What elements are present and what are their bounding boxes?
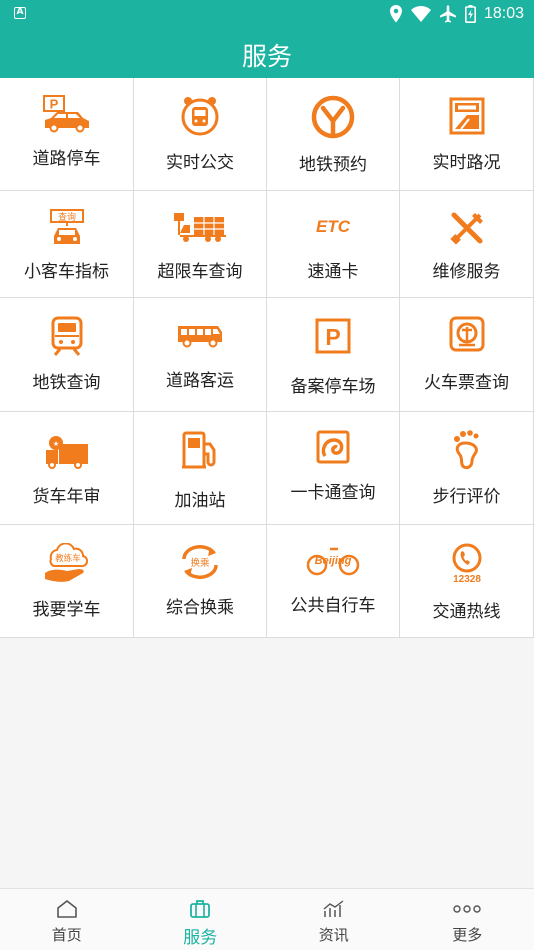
- service-transfer[interactable]: 换乘 综合换乘: [134, 525, 267, 638]
- etc-icon: ETC: [316, 217, 351, 235]
- parking-lot-icon: P: [315, 318, 351, 354]
- home-icon: [56, 900, 77, 918]
- service-road-passenger[interactable]: 道路客运: [134, 298, 267, 412]
- title-bar: 服务: [0, 28, 534, 78]
- service-overload-query[interactable]: 超限车查询: [134, 191, 267, 298]
- service-label: 我要学车: [32, 600, 101, 620]
- footprint-icon: [453, 430, 478, 470]
- service-label: 维修服务: [432, 262, 501, 282]
- tab-label: 更多: [452, 926, 483, 944]
- service-traffic-hotline[interactable]: 12328 交通热线: [400, 525, 534, 638]
- coach-bus-icon: [178, 326, 222, 348]
- service-registered-parking[interactable]: P 备案停车场: [267, 298, 400, 412]
- service-label: 超限车查询: [157, 262, 243, 282]
- car-query-icon: 查询: [49, 209, 84, 244]
- service-public-bicycle[interactable]: Beijing 公共自行车: [267, 525, 400, 638]
- repair-tools-icon: [449, 212, 483, 245]
- service-metro-query[interactable]: 地铁查询: [0, 298, 134, 412]
- service-label: 公共自行车: [290, 596, 376, 616]
- svg-text:P: P: [49, 97, 58, 112]
- svg-text:查询: 查询: [57, 211, 75, 223]
- service-label: 步行评价: [432, 487, 501, 507]
- tab-label: 服务: [183, 928, 218, 948]
- subway-train-icon: [51, 316, 82, 356]
- service-repair[interactable]: 维修服务: [400, 191, 534, 298]
- tab-more[interactable]: 更多: [401, 889, 534, 950]
- service-label: 火车票查询: [424, 373, 509, 393]
- service-label: 实时公交: [166, 153, 234, 173]
- tab-home[interactable]: 首页: [0, 889, 134, 950]
- svg-text:P: P: [325, 324, 340, 350]
- page-title: 服务: [241, 42, 292, 71]
- parking-car-icon: P: [42, 95, 89, 133]
- chart-icon: [323, 900, 344, 917]
- service-walking-rating[interactable]: 步行评价: [400, 412, 534, 525]
- svg-text:12328: 12328: [453, 574, 481, 583]
- svg-text:换乘: 换乘: [190, 557, 210, 569]
- bus-clock-icon: [181, 97, 219, 136]
- service-label: 一卡通查询: [290, 483, 376, 503]
- service-etc-card[interactable]: ETC 速通卡: [267, 191, 400, 298]
- service-grid: P 道路停车 实时公交 地铁预约 实时路况 查询 小客车指标 超限车查询 ETC…: [0, 78, 534, 638]
- transit-card-icon: [316, 430, 350, 464]
- service-label: 道路客运: [166, 371, 234, 391]
- overload-truck-icon: [174, 213, 226, 242]
- svg-text:教练车: 教练车: [55, 553, 81, 564]
- transfer-icon: 换乘: [182, 545, 218, 579]
- bottom-tab-bar: 首页 服务 资讯 更多: [0, 888, 534, 950]
- battery-icon: [464, 5, 476, 23]
- metro-clock-icon: [311, 95, 355, 139]
- service-driving-school[interactable]: 教练车 我要学车: [0, 525, 134, 638]
- service-label: 综合换乘: [166, 598, 234, 618]
- notification-icon: A: [14, 7, 26, 19]
- service-truck-inspection[interactable]: ★ 货车年审: [0, 412, 134, 525]
- tab-label: 首页: [51, 926, 82, 944]
- service-metro-booking[interactable]: 地铁预约: [267, 78, 400, 191]
- service-label: 地铁预约: [299, 155, 367, 175]
- service-label: 地铁查询: [32, 373, 101, 393]
- service-label: 小客车指标: [24, 262, 109, 282]
- clock: 18:03: [483, 5, 524, 22]
- service-label: 速通卡: [307, 262, 359, 282]
- service-label: 备案停车场: [290, 377, 376, 397]
- gas-station-icon: [182, 431, 216, 469]
- road-condition-icon: [449, 97, 484, 135]
- location-icon: [389, 5, 402, 23]
- service-gas-station[interactable]: 加油站: [134, 412, 267, 525]
- wifi-icon: [410, 6, 431, 22]
- status-icons: 18:03: [389, 4, 524, 24]
- status-bar: A 18:03: [0, 0, 534, 28]
- service-label: 实时路况: [432, 153, 501, 173]
- briefcase-icon: [190, 900, 211, 918]
- service-label: 道路停车: [32, 149, 101, 169]
- service-label: 交通热线: [432, 602, 501, 622]
- service-traffic-status[interactable]: 实时路况: [400, 78, 534, 191]
- service-realtime-bus[interactable]: 实时公交: [134, 78, 267, 191]
- airplane-icon: [439, 5, 456, 23]
- railway-ticket-icon: [449, 316, 484, 352]
- tab-news[interactable]: 资讯: [267, 889, 401, 950]
- service-roadside-parking[interactable]: P 道路停车: [0, 78, 134, 191]
- driving-school-icon: 教练车: [44, 543, 88, 582]
- bicycle-icon: Beijing: [306, 547, 360, 576]
- service-transit-card[interactable]: 一卡通查询: [267, 412, 400, 525]
- service-label: 货车年审: [32, 487, 101, 507]
- service-train-ticket[interactable]: 火车票查询: [400, 298, 534, 412]
- tab-label: 资讯: [318, 926, 349, 944]
- hotline-icon: 12328: [452, 543, 481, 583]
- more-icon: [453, 905, 481, 913]
- truck-inspection-icon: ★: [45, 436, 88, 469]
- svg-text:★: ★: [52, 440, 58, 448]
- svg-text:Beijing: Beijing: [315, 555, 352, 567]
- service-car-quota[interactable]: 查询 小客车指标: [0, 191, 134, 298]
- service-label: 加油站: [174, 491, 226, 511]
- tab-service[interactable]: 服务: [134, 889, 268, 950]
- svg-text:ETC: ETC: [316, 217, 351, 235]
